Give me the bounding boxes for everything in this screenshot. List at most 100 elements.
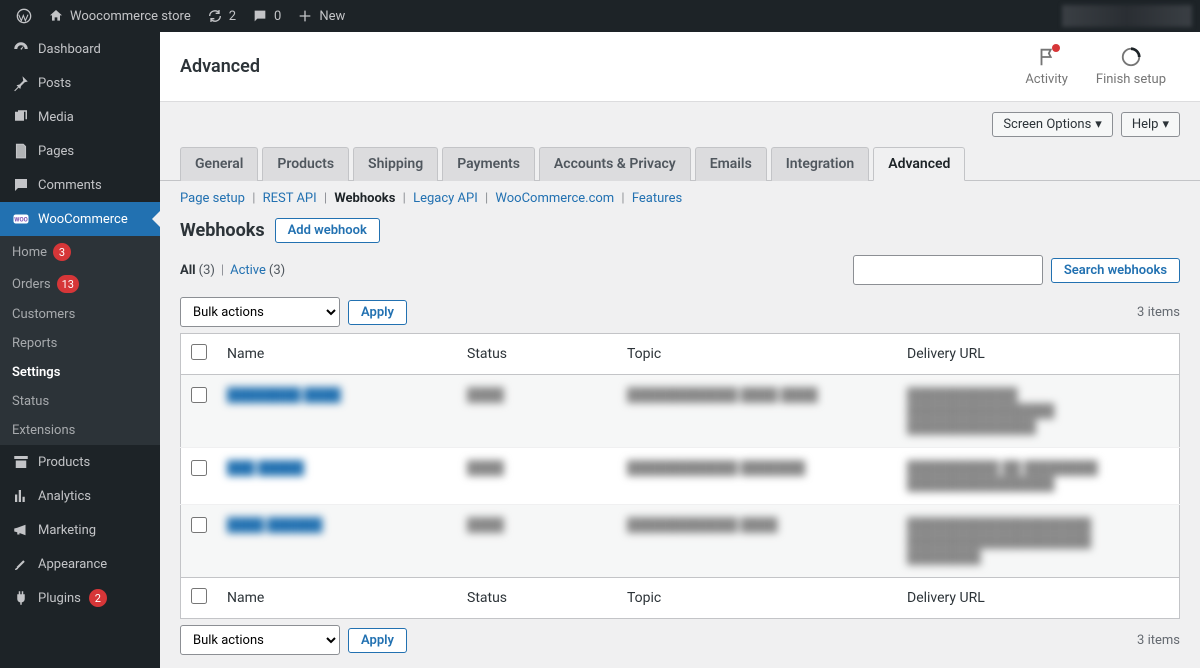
subtab-legacy-api[interactable]: Legacy API (413, 191, 478, 206)
sidebar-item-comments[interactable]: Comments (0, 168, 160, 202)
sidebar-item-media[interactable]: Media (0, 100, 160, 134)
col-delivery[interactable]: Delivery URL (897, 578, 1180, 619)
apply-button[interactable]: Apply (348, 628, 407, 653)
activity-button[interactable]: Activity (1011, 46, 1082, 87)
webhook-topic: ████████████ ████ ████ (617, 375, 897, 448)
webhook-topic: ████████████ ███████ (617, 448, 897, 505)
select-all-checkbox[interactable] (191, 344, 207, 360)
chart-icon (12, 487, 30, 505)
webhook-name-link[interactable]: ████ ██████ (227, 518, 322, 533)
tab-general[interactable]: General (180, 147, 258, 181)
row-checkbox[interactable] (191, 387, 207, 403)
sidebar-item-appearance[interactable]: Appearance (0, 547, 160, 581)
screen-options-button[interactable]: Screen Options ▾ (992, 112, 1113, 137)
webhook-status: ████ (457, 505, 617, 578)
sidebar-item-dashboard[interactable]: Dashboard (0, 32, 160, 66)
sub-status[interactable]: Status (0, 387, 160, 416)
webhook-name-link[interactable]: ███ █████ (227, 461, 304, 476)
webhook-delivery: ██████████ ██ ████████ ████████████████ (897, 448, 1180, 505)
select-all-checkbox-foot[interactable] (191, 588, 207, 604)
sub-customers[interactable]: Customers (0, 300, 160, 329)
bulk-actions-top: Bulk actions Apply 3 items (160, 291, 1200, 333)
tab-accounts[interactable]: Accounts & Privacy (539, 147, 691, 181)
subtab-features[interactable]: Features (632, 191, 682, 206)
badge: 13 (57, 275, 79, 293)
tab-advanced[interactable]: Advanced (873, 147, 965, 181)
new-link[interactable]: New (289, 0, 353, 32)
updates-link[interactable]: 2 (199, 0, 244, 32)
subtab-woocommerce-com[interactable]: WooCommerce.com (495, 191, 614, 206)
sidebar-item-plugins[interactable]: Plugins 2 (0, 581, 160, 615)
sub-extensions[interactable]: Extensions (0, 416, 160, 445)
help-button[interactable]: Help ▾ (1121, 112, 1180, 137)
sidebar-item-label: Products (38, 455, 90, 470)
comments-link[interactable]: 0 (244, 0, 289, 32)
tab-integration[interactable]: Integration (771, 147, 869, 181)
sidebar-item-marketing[interactable]: Marketing (0, 513, 160, 547)
table-row: ████████ ████ ████ ████████████ ████ ███… (181, 375, 1180, 448)
activity-label: Activity (1025, 72, 1068, 87)
col-status[interactable]: Status (457, 578, 617, 619)
col-status[interactable]: Status (457, 334, 617, 375)
filter-active[interactable]: Active (230, 263, 266, 278)
sidebar-item-products[interactable]: Products (0, 445, 160, 479)
tab-payments[interactable]: Payments (442, 147, 535, 181)
sidebar-item-label: Posts (38, 76, 71, 91)
sidebar-item-woocommerce[interactable]: WOO WooCommerce (0, 202, 160, 236)
user-menu[interactable] (1062, 5, 1192, 27)
woo-submenu: Home 3 Orders 13 Customers Reports Setti… (0, 236, 160, 445)
wp-logo[interactable] (8, 0, 40, 32)
dashboard-icon (12, 40, 30, 58)
apply-button[interactable]: Apply (348, 300, 407, 325)
sidebar-item-pages[interactable]: Pages (0, 134, 160, 168)
sidebar-sub-label: Status (12, 394, 49, 409)
chevron-down-icon: ▾ (1162, 117, 1169, 132)
advanced-subtabs: Page setup | REST API | Webhooks | Legac… (160, 181, 1200, 212)
chevron-down-icon: ▾ (1095, 117, 1102, 132)
row-checkbox[interactable] (191, 460, 207, 476)
subtab-rest-api[interactable]: REST API (263, 191, 317, 206)
sub-reports[interactable]: Reports (0, 329, 160, 358)
webhook-name-link[interactable]: ████████ ████ (227, 388, 341, 403)
finish-setup-button[interactable]: Finish setup (1082, 46, 1180, 87)
sidebar-item-label: Media (38, 110, 74, 125)
col-name[interactable]: Name (217, 334, 457, 375)
main-content: Advanced Activity Finish setup Screen Op… (160, 32, 1200, 661)
col-topic[interactable]: Topic (617, 334, 897, 375)
items-count: 3 items (1137, 305, 1180, 320)
col-topic[interactable]: Topic (617, 578, 897, 619)
search-webhooks-button[interactable]: Search webhooks (1051, 258, 1180, 283)
tab-emails[interactable]: Emails (695, 147, 767, 181)
page-title: Advanced (180, 56, 260, 77)
sidebar-item-analytics[interactable]: Analytics (0, 479, 160, 513)
section-head: Webhooks Add webhook (160, 212, 1200, 249)
sidebar-item-posts[interactable]: Posts (0, 66, 160, 100)
updates-count: 2 (229, 9, 236, 24)
col-name[interactable]: Name (217, 578, 457, 619)
row-checkbox[interactable] (191, 517, 207, 533)
search-input[interactable] (853, 255, 1043, 285)
screen-toolbar: Screen Options ▾ Help ▾ (160, 102, 1200, 137)
sub-settings[interactable]: Settings (0, 358, 160, 387)
filter-active-count: (3) (269, 263, 285, 278)
sidebar-item-label: Pages (38, 144, 74, 159)
sub-home[interactable]: Home 3 (0, 236, 160, 268)
bulk-action-select[interactable]: Bulk actions (180, 297, 340, 327)
sidebar-sub-label: Reports (12, 336, 57, 351)
settings-tabs: General Products Shipping Payments Accou… (160, 137, 1200, 181)
badge: 2 (89, 589, 107, 607)
pin-icon (12, 74, 30, 92)
col-delivery[interactable]: Delivery URL (897, 334, 1180, 375)
bulk-action-select[interactable]: Bulk actions (180, 625, 340, 655)
filter-all-count: (3) (199, 263, 215, 278)
tab-shipping[interactable]: Shipping (353, 147, 438, 181)
subtab-page-setup[interactable]: Page setup (180, 191, 245, 206)
admin-bar: Woocommerce store 2 0 New (0, 0, 1200, 32)
section-title: Webhooks (180, 220, 265, 241)
webhook-status: ████ (457, 375, 617, 448)
add-webhook-button[interactable]: Add webhook (275, 218, 380, 243)
sub-orders[interactable]: Orders 13 (0, 268, 160, 300)
site-link[interactable]: Woocommerce store (40, 0, 199, 32)
badge: 3 (53, 243, 71, 261)
tab-products[interactable]: Products (262, 147, 349, 181)
